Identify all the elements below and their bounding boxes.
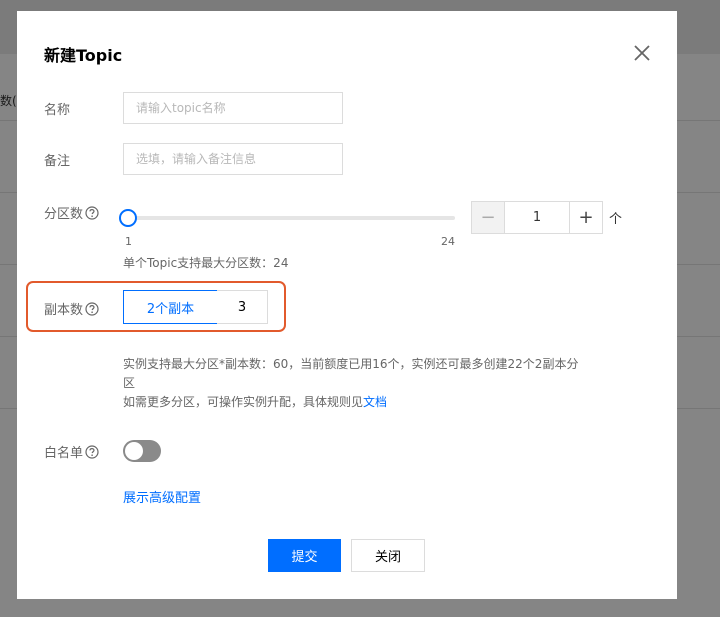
toggle-knob [125,442,143,460]
create-topic-dialog: 新建Topic 名称 备注 分区数 1 24 − 1 + 个 单个Topic支持… [17,11,677,599]
decrement-button[interactable]: − [472,202,505,233]
replicas-hint: 实例支持最大分区*副本数：60，当前额度已用16个，实例还可最多创建22个2副本… [123,355,578,412]
replica-option-3[interactable]: 3 [217,290,268,324]
partitions-label-text: 分区数 [44,207,84,222]
close-button[interactable]: 关闭 [351,539,425,572]
question-circle-icon[interactable] [85,444,99,459]
whitelist-label-text: 白名单 [44,446,84,461]
docs-link[interactable]: 文档 [363,395,387,409]
dialog-title: 新建Topic [44,46,123,65]
replica-option-2[interactable]: 2个副本 [123,290,218,324]
name-input[interactable] [123,92,343,124]
partitions-value[interactable]: 1 [505,202,569,233]
name-label-text: 名称 [44,103,71,118]
slider-min-label: 1 [125,235,132,248]
whitelist-toggle[interactable] [123,440,161,462]
whitelist-label: 白名单 [44,442,99,461]
replicas-hint-line1: 实例支持最大分区*副本数：60，当前额度已用16个，实例还可最多创建22个2副本… [123,357,579,371]
replicas-label: 副本数 [44,299,99,318]
partitions-slider-track[interactable] [127,216,455,220]
name-label: 名称 [44,99,70,118]
remark-label-text: 备注 [44,154,71,169]
increment-button[interactable]: + [569,202,602,233]
partitions-slider-thumb[interactable] [119,209,137,227]
partitions-hint: 单个Topic支持最大分区数：24 [123,256,289,270]
question-circle-icon[interactable] [85,301,99,316]
slider-max-label: 24 [441,235,455,248]
replicas-hint-line2: 区 [123,376,136,390]
partitions-label: 分区数 [44,203,99,222]
remark-label: 备注 [44,150,70,169]
replicas-hint-line3: 如需更多分区，可操作实例升配，具体规则见文档 [123,393,578,412]
partitions-unit: 个 [609,212,623,227]
show-advanced-config-link[interactable]: 展示高级配置 [123,487,201,506]
partitions-stepper: − 1 + [471,201,603,234]
replicas-label-text: 副本数 [44,303,84,318]
close-icon[interactable] [631,42,653,64]
replicas-hint-line3-text: 如需更多分区，可操作实例升配，具体规则见 [123,395,364,409]
submit-button[interactable]: 提交 [268,539,341,572]
remark-input[interactable] [123,143,343,175]
question-circle-icon[interactable] [85,205,99,220]
